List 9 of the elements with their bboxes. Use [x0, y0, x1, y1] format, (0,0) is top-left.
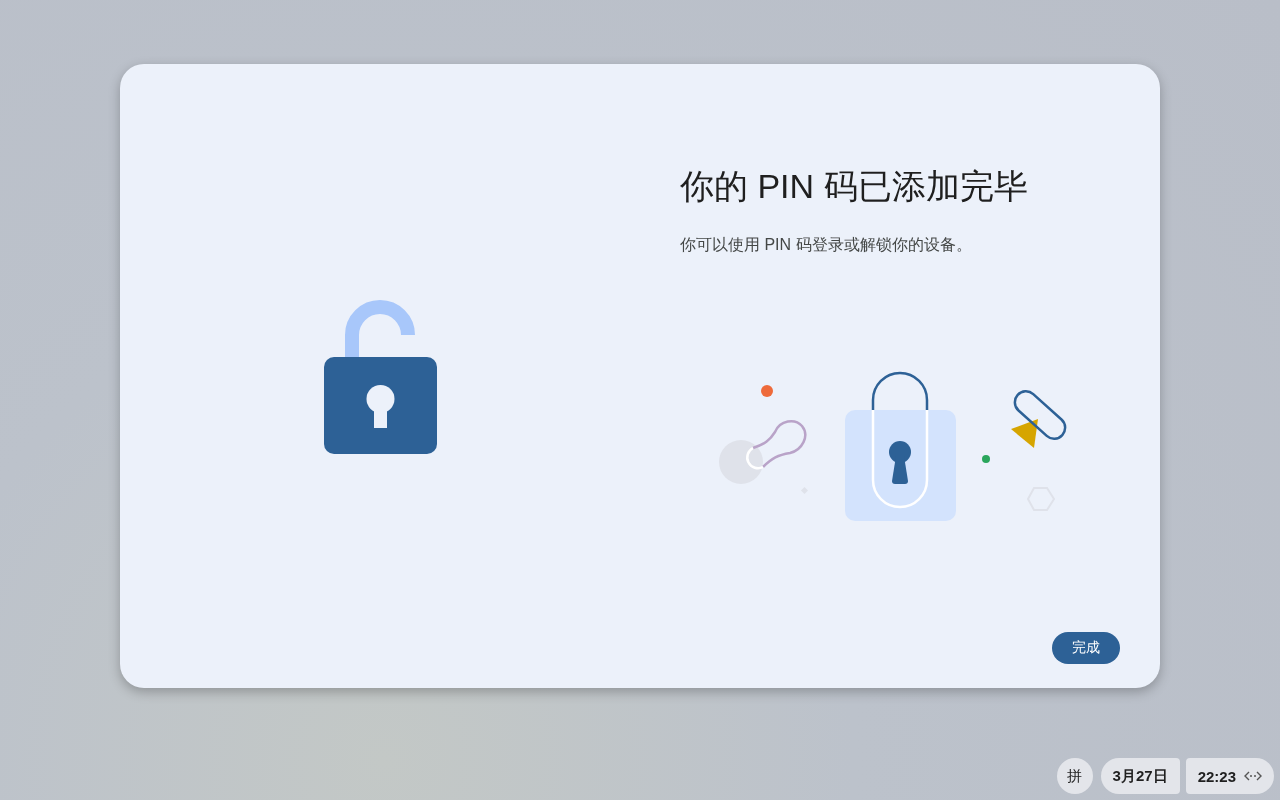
dialog-title: 你的 PIN 码已添加完毕 — [680, 166, 1029, 207]
time-button[interactable]: 22:23 — [1185, 758, 1274, 794]
network-icon — [1244, 771, 1262, 781]
input-method-indicator[interactable]: 拼 — [1056, 758, 1093, 794]
date-button[interactable]: 3月27日 — [1100, 758, 1180, 794]
dialog-subtitle: 你可以使用 PIN 码登录或解锁你的设备。 — [680, 235, 973, 255]
unlocked-padlock-icon — [323, 298, 437, 454]
done-button[interactable]: 完成 — [1052, 632, 1120, 664]
clock-time: 22:23 — [1197, 767, 1236, 785]
